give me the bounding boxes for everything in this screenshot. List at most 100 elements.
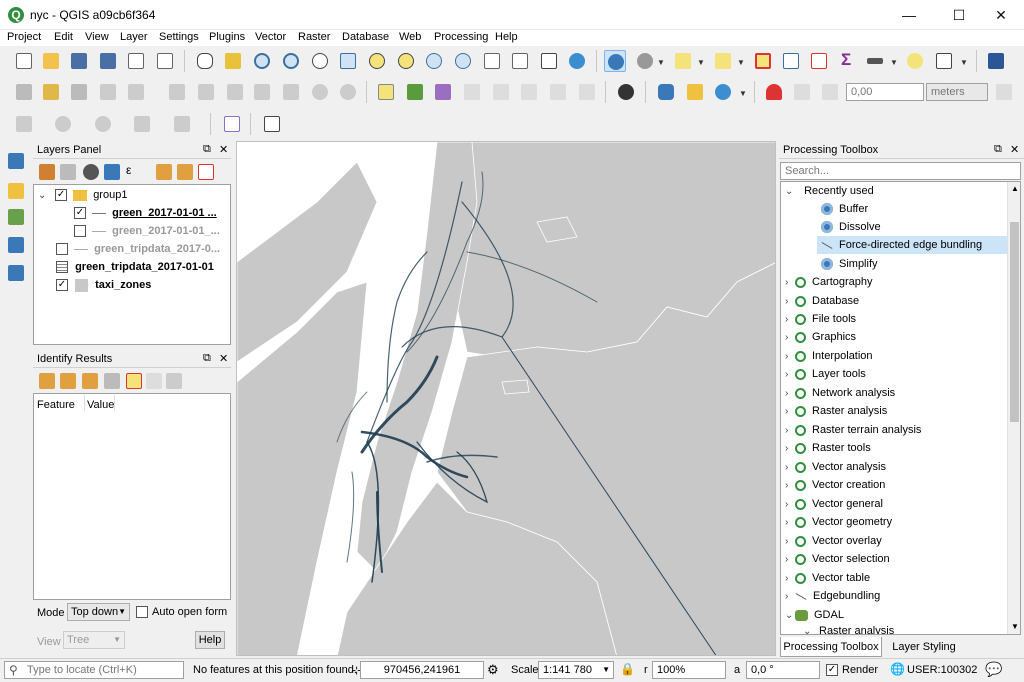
expand-new-icon[interactable] — [79, 370, 101, 392]
rotate-label-icon[interactable] — [547, 81, 569, 103]
select-features-icon[interactable] — [672, 50, 694, 72]
copy-feature-icon[interactable] — [123, 370, 145, 392]
layer-checkbox[interactable] — [56, 243, 68, 256]
label-layer-icon[interactable] — [375, 81, 397, 103]
style-manager-icon[interactable] — [36, 161, 58, 183]
magnifier-field[interactable]: 100% — [652, 661, 726, 679]
add-feature-icon[interactable] — [97, 81, 119, 103]
zoom-full-icon[interactable] — [337, 50, 359, 72]
text-annotation-icon[interactable] — [933, 50, 955, 72]
layer-checkbox[interactable]: ✓ — [74, 207, 86, 220]
filter-funnel-icon[interactable] — [101, 161, 123, 183]
run-action-icon[interactable] — [634, 50, 656, 72]
new-shapefile-icon[interactable] — [5, 234, 27, 256]
add-polygon-icon[interactable] — [171, 113, 193, 135]
float-panel-icon[interactable]: ⧉ — [203, 143, 211, 156]
zoom-last-icon[interactable] — [423, 50, 445, 72]
menu-plugins[interactable]: Plugins — [209, 31, 245, 43]
group-raster-tools[interactable]: › Raster tools — [785, 439, 871, 457]
profile-tool-icon[interactable] — [221, 113, 243, 135]
menu-database[interactable]: Database — [342, 31, 389, 43]
layout-manager-button[interactable] — [154, 50, 176, 72]
bookmark-icon[interactable] — [538, 50, 560, 72]
layer-checkbox[interactable] — [74, 225, 86, 238]
topology-edit-icon[interactable] — [993, 81, 1015, 103]
tab-layer-styling[interactable]: Layer Styling — [885, 637, 963, 657]
chevron-down-icon[interactable]: ⌄ — [38, 187, 48, 205]
select-by-value-icon[interactable] — [712, 50, 734, 72]
render-checkbox[interactable]: ✓ — [826, 664, 838, 676]
deselect-all-icon[interactable] — [752, 50, 774, 72]
pan-to-selection-icon[interactable] — [222, 50, 244, 72]
help-button[interactable]: Help — [195, 631, 225, 649]
identify-features-icon[interactable] — [604, 50, 626, 72]
group-database[interactable]: › Database — [785, 292, 859, 310]
show-hide-labels-icon[interactable] — [490, 81, 512, 103]
menu-raster[interactable]: Raster — [298, 31, 330, 43]
layer-green-2017-01-01-b[interactable]: green_2017-01-01_... — [74, 222, 220, 240]
copy-features-icon[interactable] — [251, 81, 273, 103]
add-virtual-layer-icon[interactable] — [5, 262, 27, 284]
algorithm-buffer[interactable]: Buffer — [821, 200, 868, 218]
collapse-tree-icon[interactable] — [57, 370, 79, 392]
zoom-to-layer-icon[interactable] — [395, 50, 417, 72]
group-vector-overlay[interactable]: › Vector overlay — [785, 532, 882, 550]
highlight-pinned-labels-icon[interactable] — [432, 81, 454, 103]
plot-chart-icon[interactable] — [261, 113, 283, 135]
snap-vertex-icon[interactable] — [791, 81, 813, 103]
tab-processing-toolbox[interactable]: Processing Toolbox — [780, 637, 882, 657]
pan-hand-icon[interactable] — [194, 50, 216, 72]
group-vector-analysis[interactable]: › Vector analysis — [785, 458, 886, 476]
visibility-eye-icon[interactable] — [80, 161, 102, 183]
layer-green-tripdata-a[interactable]: green_tripdata_2017-0... — [56, 240, 220, 258]
close-button[interactable]: ✕ — [978, 0, 1024, 30]
menu-web[interactable]: Web — [399, 31, 421, 43]
close-panel-icon[interactable]: ✕ — [1010, 143, 1019, 156]
help-icon[interactable] — [985, 50, 1007, 72]
group-vector-general[interactable]: › Vector general — [785, 495, 883, 513]
pin-labels-icon[interactable] — [461, 81, 483, 103]
menu-edit[interactable]: Edit — [54, 31, 73, 43]
rotation-field[interactable]: 0,0 ° — [746, 661, 820, 679]
snap-mode-icon[interactable] — [819, 81, 841, 103]
vertex-tool-icon[interactable] — [125, 81, 147, 103]
layer-green-2017-01-01-a[interactable]: ✓ green_2017-01-01 ... — [74, 204, 217, 222]
group-file-tools[interactable]: › File tools — [785, 310, 856, 328]
locator-input[interactable]: ⚲ Type to locate (Ctrl+K) — [4, 661, 184, 679]
menu-processing[interactable]: Processing — [434, 31, 488, 43]
float-panel-icon[interactable]: ⧉ — [994, 143, 1002, 156]
expand-all-icon[interactable] — [153, 161, 175, 183]
algorithm-simplify[interactable]: Simplify — [821, 255, 878, 273]
layer-green-tripdata-table[interactable]: green_tripdata_2017-01-01 — [56, 258, 214, 276]
menu-project[interactable]: Project — [7, 31, 41, 43]
view-select[interactable]: Tree ▼ — [63, 631, 125, 649]
group-layer-tools[interactable]: › Layer tools — [785, 365, 866, 383]
statistics-sigma-icon[interactable]: Σ — [836, 50, 858, 72]
layer-checkbox[interactable]: ✓ — [56, 279, 68, 292]
geometry-checker-icon[interactable] — [615, 81, 637, 103]
move-label-icon[interactable] — [518, 81, 540, 103]
crs-label[interactable]: USER:100302 — [907, 664, 977, 676]
menu-settings[interactable]: Settings — [159, 31, 199, 43]
group-interpolation[interactable]: › Interpolation — [785, 347, 873, 365]
column-header-value[interactable]: Value — [87, 399, 114, 411]
group-cartography[interactable]: › Cartography — [785, 273, 873, 291]
undo-icon[interactable] — [309, 81, 331, 103]
messages-icon[interactable]: 💬 — [985, 661, 1002, 678]
add-circle-icon[interactable] — [52, 113, 74, 135]
add-vector-layer-icon[interactable] — [5, 180, 27, 202]
add-raster-layer-icon[interactable] — [5, 206, 27, 228]
toggle-editing-icon[interactable] — [40, 81, 62, 103]
layer-group1[interactable]: ⌄ ✓ group1 — [38, 186, 127, 204]
cut-features-icon[interactable] — [224, 81, 246, 103]
float-panel-icon[interactable]: ⧉ — [203, 352, 211, 365]
field-calculator-icon[interactable] — [808, 50, 830, 72]
processing-search-input[interactable]: Search... — [780, 162, 1021, 180]
plugin-reloader-icon[interactable] — [684, 81, 706, 103]
save-edits-icon[interactable] — [68, 81, 90, 103]
close-panel-icon[interactable]: ✕ — [219, 143, 228, 156]
redo-icon[interactable] — [337, 81, 359, 103]
print-icon[interactable] — [163, 370, 185, 392]
close-panel-icon[interactable]: ✕ — [219, 352, 228, 365]
digitize-curve-icon[interactable] — [13, 113, 35, 135]
